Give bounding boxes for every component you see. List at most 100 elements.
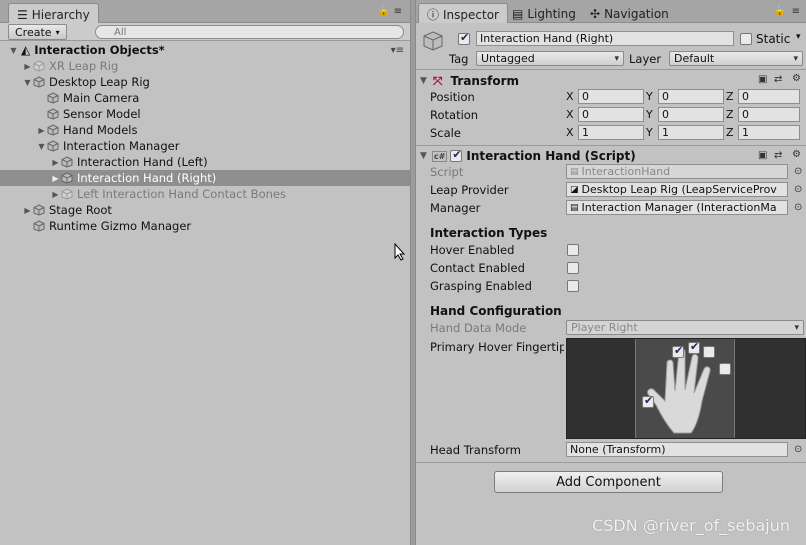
head-transform-field[interactable]: None (Transform) (566, 442, 788, 457)
hover-enabled-checkbox[interactable] (567, 244, 579, 256)
y-axis-label: Y (646, 90, 653, 103)
fingertip-pinky-checkbox[interactable] (719, 363, 731, 375)
object-picker-icon[interactable]: ⊙ (794, 166, 802, 177)
leap-provider-field[interactable]: ◪ Desktop Leap Rig (LeapServiceProv (566, 182, 788, 197)
hierarchy-item[interactable]: Main Camera (0, 90, 410, 106)
tab-hierarchy[interactable]: ☰ Hierarchy (8, 3, 99, 23)
hierarchy-panel: ☰ Hierarchy 🔒 ≡ Create ▾ Q▾ ▼ ◭ Interact… (0, 0, 411, 545)
gameobject-icon (33, 204, 45, 216)
transform-header[interactable]: ▼ ⤧ Transform (416, 72, 806, 90)
preset-icon[interactable]: ⇄ (774, 150, 782, 161)
hierarchy-item[interactable]: ▶ Stage Root (0, 202, 410, 218)
rotation-x-field[interactable]: 0 (578, 107, 644, 122)
rotation-z-field[interactable]: 0 (738, 107, 800, 122)
settings-gear-icon[interactable]: ⚙ (792, 73, 801, 84)
scale-x-field[interactable]: 1 (578, 125, 644, 140)
help-book-icon[interactable]: ▣ (758, 150, 767, 161)
contact-enabled-checkbox[interactable] (567, 262, 579, 274)
scale-y-field[interactable]: 1 (658, 125, 724, 140)
grasping-enabled-checkbox[interactable] (567, 280, 579, 292)
lock-icon[interactable]: 🔒 (378, 6, 390, 17)
object-picker-icon[interactable]: ⊙ (794, 202, 802, 213)
tag-dropdown[interactable]: Untagged (476, 51, 624, 66)
tab-menu-icon[interactable]: ≡ (394, 6, 402, 17)
hierarchy-item[interactable]: Sensor Model (0, 106, 410, 122)
hierarchy-tabbar: ☰ Hierarchy 🔒 ≡ (0, 0, 410, 23)
foldout-arrow-icon[interactable]: ▼ (420, 151, 427, 161)
divider (416, 69, 806, 70)
settings-gear-icon[interactable]: ⚙ (792, 149, 801, 160)
expand-arrow-down-icon[interactable]: ▼ (22, 78, 33, 87)
hierarchy-item-label: Runtime Gizmo Manager (49, 219, 192, 233)
component-icon: ◪ (570, 184, 579, 195)
create-button[interactable]: Create ▾ (8, 24, 67, 40)
tab-lighting[interactable]: ▤ Lighting (504, 3, 584, 23)
hierarchy-item[interactable]: ▶ Interaction Hand (Right) (0, 170, 410, 186)
scale-label: Scale (430, 126, 461, 140)
expand-arrow-icon[interactable]: ▼ (8, 46, 19, 55)
gameobject-icon (33, 76, 45, 88)
expand-arrow-right-icon[interactable]: ▶ (22, 62, 33, 71)
hierarchy-item[interactable]: ▶ Interaction Hand (Left) (0, 154, 410, 170)
foldout-arrow-icon[interactable]: ▼ (420, 76, 427, 86)
rotation-label: Rotation (430, 108, 479, 122)
object-picker-icon[interactable]: ⊙ (794, 444, 802, 455)
layer-dropdown[interactable]: Default (669, 51, 803, 66)
component-icon: ▤ (570, 202, 579, 213)
script-component-header[interactable]: ▼ c# Interaction Hand (Script) (416, 147, 806, 165)
object-picker-icon[interactable]: ⊙ (794, 184, 802, 195)
fingertip-ring-checkbox[interactable] (703, 346, 715, 358)
gameobject-icon (47, 140, 59, 152)
active-checkbox[interactable] (458, 31, 470, 45)
scale-z-field[interactable]: 1 (738, 125, 800, 140)
z-axis-label: Z (726, 126, 734, 139)
script-enabled-checkbox[interactable] (450, 148, 463, 162)
z-axis-label: Z (726, 90, 734, 103)
hierarchy-item[interactable]: ▶ XR Leap Rig (0, 58, 410, 74)
fingertip-index-checkbox[interactable] (672, 344, 684, 358)
hierarchy-item[interactable]: ▼ Desktop Leap Rig (0, 74, 410, 90)
rotation-y-field[interactable]: 0 (658, 107, 724, 122)
search-input[interactable] (95, 25, 404, 39)
scene-menu-icon[interactable]: ▾≡ (391, 45, 404, 56)
layer-label: Layer (629, 52, 662, 66)
gameobject-icon (61, 156, 73, 168)
static-checkbox[interactable] (740, 33, 752, 45)
contact-enabled-label: Contact Enabled (430, 261, 525, 275)
tab-navigation[interactable]: ✣ Navigation (582, 3, 677, 23)
manager-field[interactable]: ▤ Interaction Manager (InteractionMa (566, 200, 788, 215)
expand-arrow-right-icon[interactable]: ▶ (50, 190, 61, 199)
hierarchy-item-label: Interaction Hand (Right) (77, 171, 217, 185)
hierarchy-item-label: Interaction Hand (Left) (77, 155, 208, 169)
hierarchy-item-label: Main Camera (63, 91, 140, 105)
expand-arrow-right-icon[interactable]: ▶ (36, 126, 47, 135)
fingertip-middle-checkbox[interactable] (688, 340, 700, 354)
hierarchy-item-label: Left Interaction Hand Contact Bones (77, 187, 286, 201)
scene-row[interactable]: ▼ ◭ Interaction Objects* ▾≡ (0, 42, 410, 58)
hierarchy-item[interactable]: Runtime Gizmo Manager (0, 218, 410, 234)
position-x-field[interactable]: 0 (578, 89, 644, 104)
expand-arrow-right-icon[interactable]: ▶ (22, 206, 33, 215)
position-z-field[interactable]: 0 (738, 89, 800, 104)
expand-arrow-right-icon[interactable]: ▶ (50, 158, 61, 167)
help-book-icon[interactable]: ▣ (758, 74, 767, 85)
tab-menu-icon[interactable]: ≡ (792, 6, 800, 17)
position-y-field[interactable]: 0 (658, 89, 724, 104)
hand-image-frame (635, 339, 735, 438)
tab-inspector[interactable]: ⓘ Inspector (418, 3, 508, 23)
interaction-types-heading: Interaction Types (430, 226, 548, 240)
expand-arrow-right-icon[interactable]: ▶ (50, 174, 61, 183)
hierarchy-item[interactable]: ▶ Hand Models (0, 122, 410, 138)
hand-data-mode-dropdown: Player Right (566, 320, 804, 335)
divider (416, 462, 806, 463)
object-name-field[interactable]: Interaction Hand (Right) (476, 31, 734, 46)
static-dropdown-icon[interactable]: ▾ (796, 32, 801, 42)
fingertip-thumb-checkbox[interactable] (642, 394, 654, 408)
info-icon: ⓘ (427, 8, 440, 22)
add-component-button[interactable]: Add Component (494, 471, 723, 493)
expand-arrow-down-icon[interactable]: ▼ (36, 142, 47, 151)
hierarchy-item[interactable]: ▼ Interaction Manager (0, 138, 410, 154)
hierarchy-item[interactable]: ▶ Left Interaction Hand Contact Bones (0, 186, 410, 202)
lock-icon[interactable]: 🔒 (774, 6, 786, 17)
preset-icon[interactable]: ⇄ (774, 74, 782, 85)
